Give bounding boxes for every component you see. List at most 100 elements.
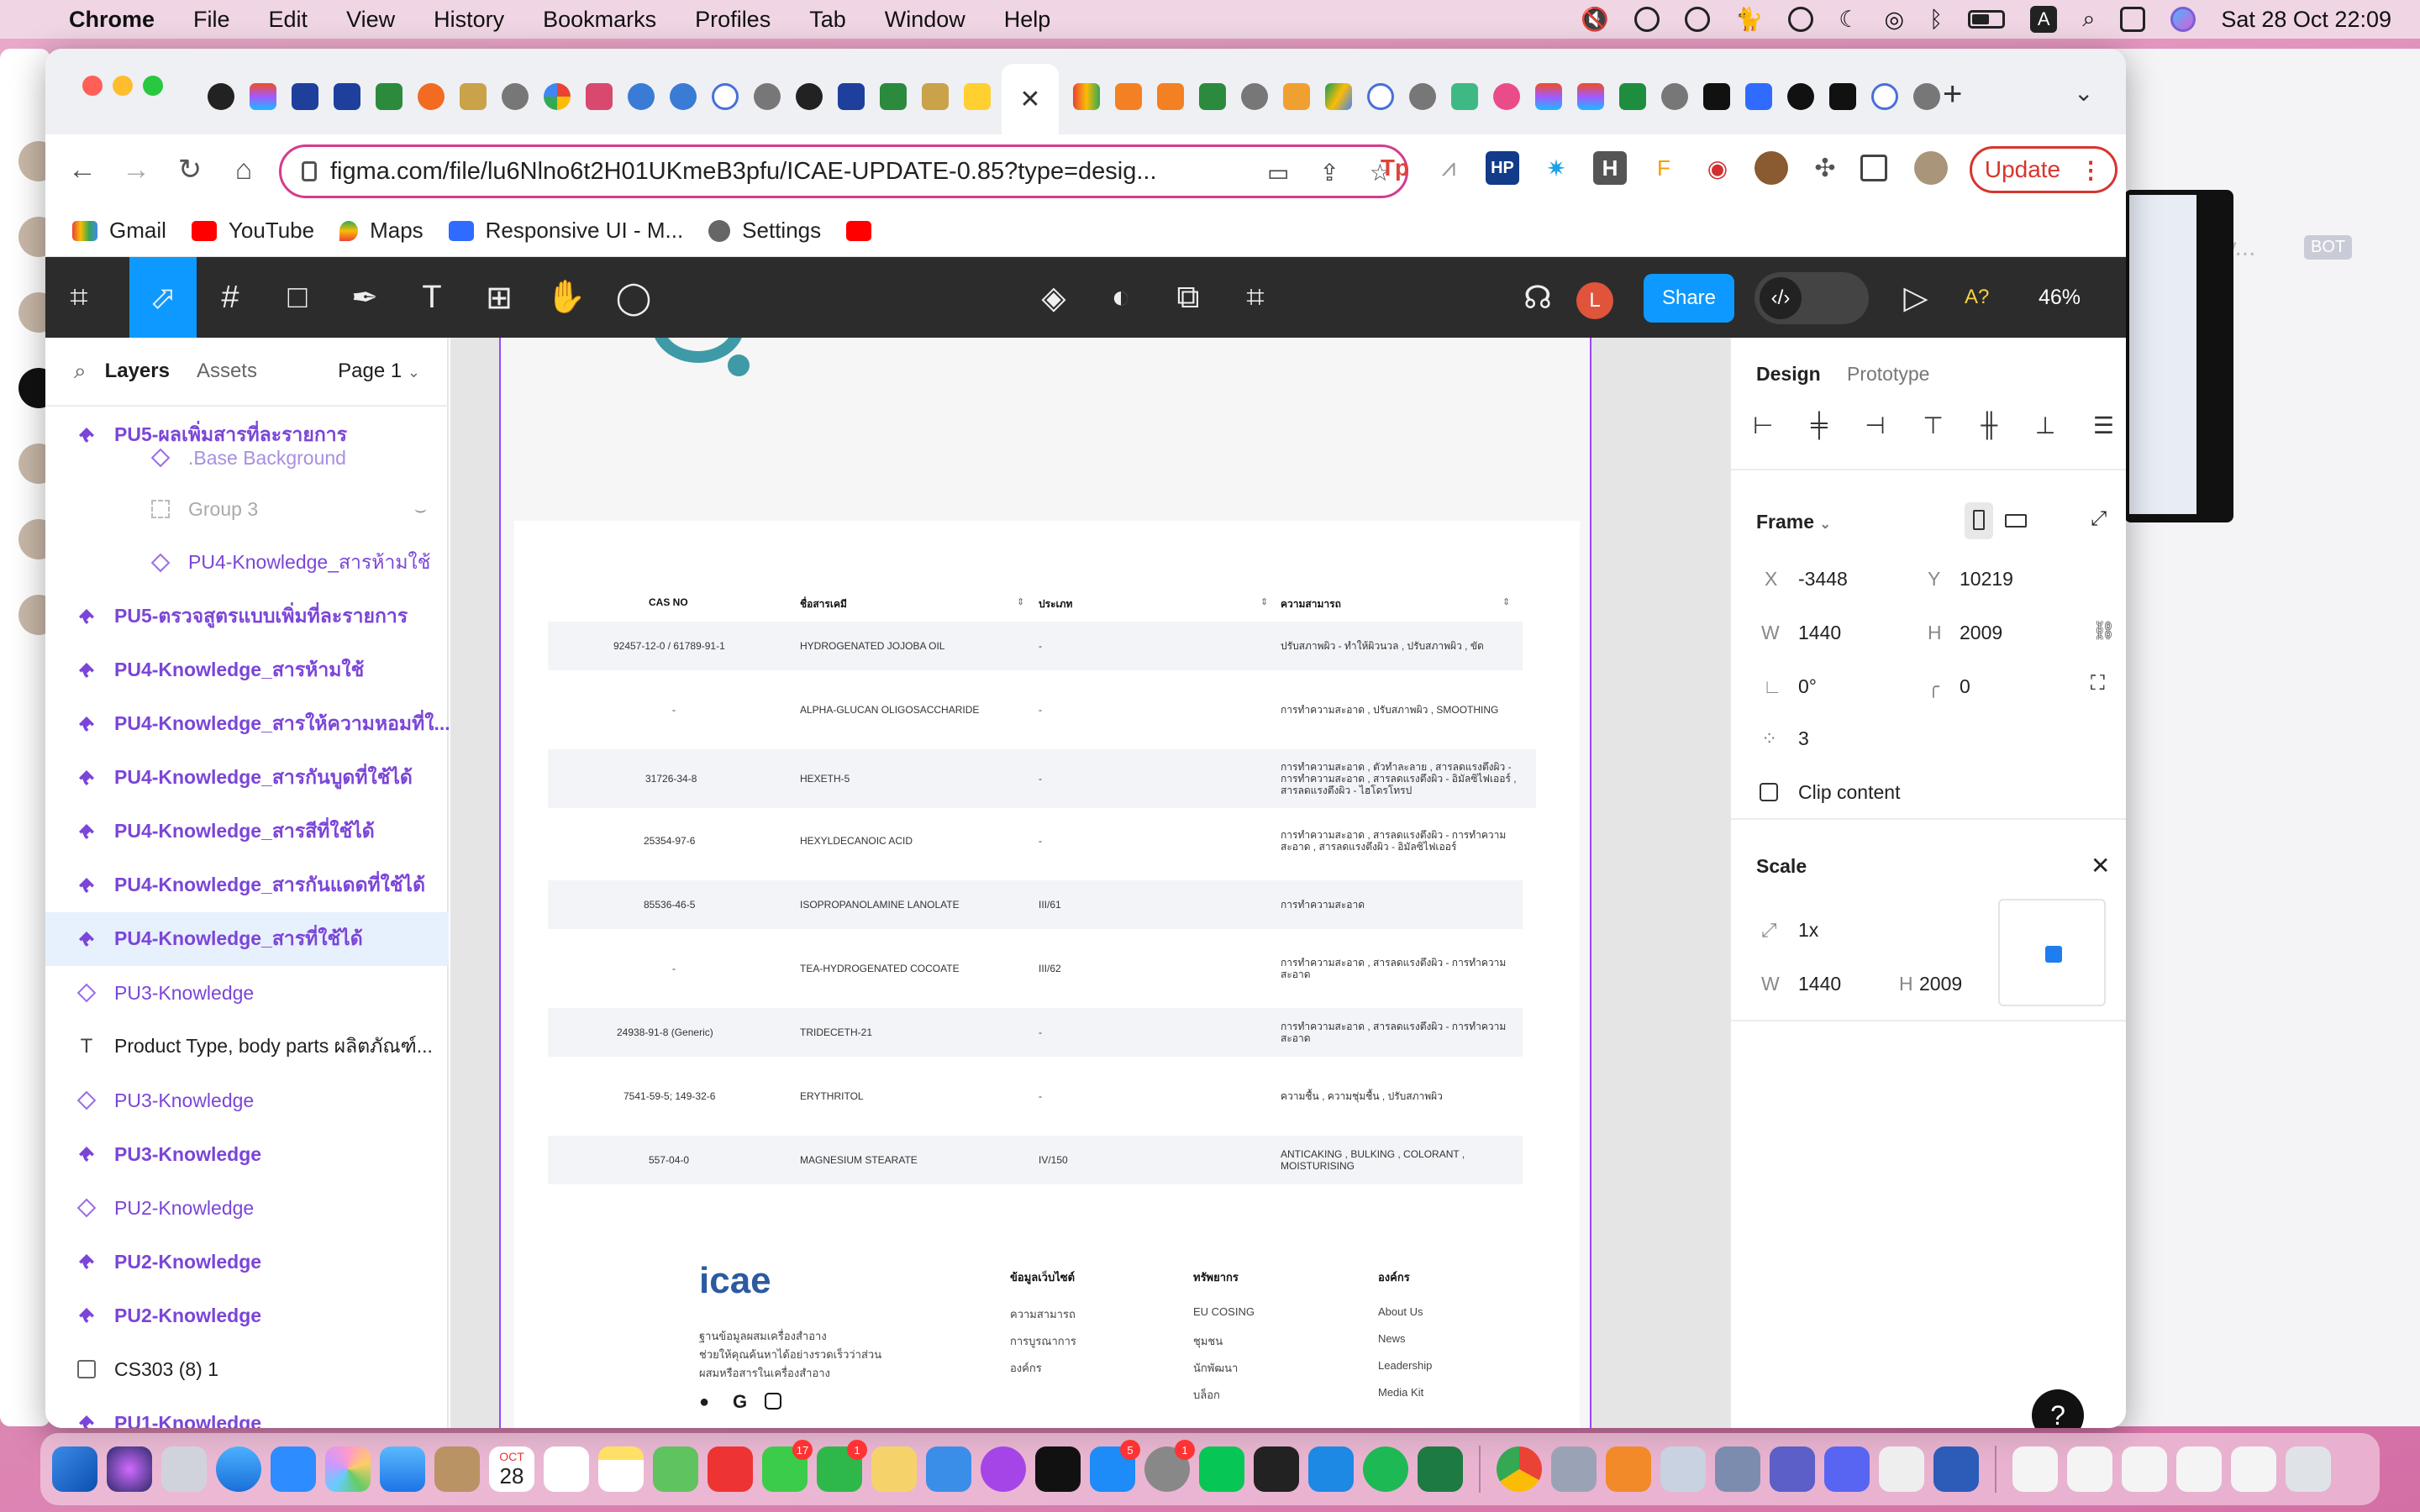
bookmark-maps[interactable]: Maps — [339, 218, 424, 244]
menu-view[interactable]: View — [346, 7, 395, 33]
layer-row[interactable]: PU4-Knowledge_สารห้ามใช้ — [45, 643, 449, 697]
missing-fonts-indicator[interactable]: A? — [1965, 257, 1989, 338]
comment-tool-icon[interactable]: ◯ — [600, 257, 667, 338]
network-icon[interactable] — [1660, 1446, 1706, 1492]
tab-figma[interactable] — [244, 77, 282, 116]
cat-icon[interactable]: 🐈 — [1735, 6, 1764, 33]
scale-origin-selected[interactable] — [2045, 946, 2062, 963]
independent-corners-icon[interactable]: ⛶ — [2091, 672, 2105, 696]
y-input[interactable]: 10219 — [1960, 568, 2013, 591]
layer-row[interactable]: PU2-Knowledge — [45, 1181, 449, 1235]
height-input[interactable]: 2009 — [1960, 622, 2002, 644]
tab-figma[interactable] — [1529, 77, 1568, 116]
update-button[interactable]: Update ⋮ — [1970, 146, 2118, 193]
extension-hp[interactable]: HP — [1486, 151, 1519, 185]
menu-app-name[interactable]: Chrome — [69, 7, 155, 33]
back-arrow-icon[interactable]: ← — [55, 154, 109, 186]
lock-icon[interactable] — [302, 161, 317, 181]
footer-link[interactable]: ชุมชน — [1193, 1332, 1223, 1350]
boolean-groups-icon[interactable]: ⧉ — [1155, 257, 1222, 338]
photo-booth-icon[interactable] — [708, 1446, 753, 1492]
mail-icon[interactable] — [380, 1446, 425, 1492]
facebook-icon[interactable]: ● — [699, 1393, 709, 1412]
tab-layers[interactable]: Layers — [105, 360, 170, 383]
app-store-icon[interactable]: 5 — [1090, 1440, 1140, 1492]
bookmark-youtube-icon-only[interactable] — [846, 220, 883, 241]
resources-tool-icon[interactable]: ⊞ — [466, 257, 533, 338]
moon-icon[interactable]: ☾ — [1839, 7, 1859, 33]
tab-w3[interactable] — [874, 77, 913, 116]
tab-assets[interactable]: Assets — [197, 360, 257, 383]
excel-icon[interactable] — [1418, 1446, 1463, 1492]
tab-dribbble[interactable] — [1487, 77, 1526, 116]
footer-logo[interactable]: icae — [699, 1260, 771, 1302]
x-input[interactable]: -3448 — [1798, 568, 1848, 591]
launchpad-icon[interactable] — [161, 1446, 207, 1492]
width-input[interactable]: 1440 — [1798, 622, 1841, 644]
tab-gmail[interactable] — [1067, 77, 1106, 116]
footer-link[interactable]: EU COSING — [1193, 1305, 1255, 1318]
bookmark-settings[interactable]: Settings — [708, 218, 821, 244]
tab-globe[interactable] — [1403, 77, 1442, 116]
footer-link[interactable]: Leadership — [1378, 1359, 1432, 1372]
points-input[interactable]: 3 — [1798, 727, 1809, 750]
audio-headphones-icon[interactable]: ☊ — [1504, 257, 1571, 338]
clipboard-icon[interactable]: ▭ — [1267, 159, 1289, 186]
mute-icon[interactable]: 🔇 — [1581, 6, 1609, 33]
menu-tab[interactable]: Tab — [809, 7, 846, 33]
layer-row[interactable]: .Base Background — [45, 437, 449, 479]
sort-icon[interactable]: ⇕ — [1502, 596, 1510, 607]
layer-row[interactable]: PU2-Knowledge — [45, 1235, 449, 1289]
close-icon[interactable]: ✕ — [2091, 852, 2110, 879]
contacts-icon[interactable] — [434, 1446, 480, 1492]
recent-document-icon[interactable] — [2122, 1446, 2167, 1492]
finder-icon[interactable] — [52, 1446, 97, 1492]
freeform-icon[interactable] — [871, 1446, 917, 1492]
scale-width-input[interactable]: 1440 — [1798, 973, 1841, 995]
table-row[interactable]: 25354-97-6 HEXYLDECANOIC ACID - การทำควา… — [548, 816, 1523, 865]
footer-link[interactable]: การบูรณาการ — [1010, 1332, 1076, 1350]
footer-link[interactable]: Media Kit — [1378, 1386, 1423, 1399]
layer-row[interactable]: PU2-Knowledge — [45, 1289, 449, 1342]
page-selector[interactable]: Page 1 ⌄ — [338, 360, 420, 383]
tab-pma[interactable] — [916, 77, 955, 116]
tab-trello[interactable] — [580, 77, 618, 116]
extension-sparkle-icon[interactable]: ✷ — [1539, 151, 1573, 185]
text-tool-icon[interactable]: T — [398, 257, 466, 338]
tab-active-figma[interactable]: ✕ — [1002, 64, 1059, 134]
menu-window[interactable]: Window — [885, 7, 965, 33]
layer-row[interactable]: PU4-Knowledge_สารให้ความหอมที่ใ... — [45, 697, 449, 751]
col-header-name[interactable]: ชื่อสารเคมี — [800, 596, 847, 612]
side-panel-icon[interactable] — [1860, 155, 1887, 181]
layer-row[interactable]: T Product Type, body parts ผลิตภัณฑ์... — [45, 1020, 449, 1074]
col-header-cas[interactable]: CAS NO — [649, 596, 688, 608]
tab-eu[interactable] — [832, 77, 871, 116]
scale-height-input[interactable]: 2009 — [1919, 973, 1962, 995]
control-center-icon[interactable] — [2120, 7, 2146, 32]
selected-frame[interactable]: CAS NO ชื่อสารเคมี ⇕ ประเภท ⇕ ความสามารถ… — [499, 338, 1591, 1428]
pen-tool-icon[interactable]: ✒ — [331, 257, 398, 338]
tab-gear[interactable] — [664, 77, 702, 116]
resize-to-fit-icon[interactable]: ⤢ — [2091, 507, 2107, 531]
vscode-icon[interactable] — [1308, 1446, 1354, 1492]
close-window-button[interactable] — [82, 76, 103, 96]
tab-github[interactable] — [202, 77, 240, 116]
apple-tv-icon[interactable] — [1035, 1446, 1081, 1492]
chrome-icon[interactable] — [1497, 1446, 1542, 1492]
table-row[interactable]: 24938-91-8 (Generic) TRIDECETH-21 - การท… — [548, 1008, 1523, 1057]
share-page-icon[interactable]: ⇪ — [1319, 159, 1339, 186]
clock-datetime[interactable]: Sat 28 Oct 22:09 — [2221, 7, 2391, 33]
tab-globe[interactable] — [1907, 77, 1946, 116]
tab-globe[interactable] — [1655, 77, 1694, 116]
table-row[interactable]: - TEA-HYDROGENATED COCOATE III/62 การทำค… — [548, 944, 1523, 993]
extension-aa-icon[interactable]: ⩘ — [1432, 151, 1465, 185]
creative-cloud-icon[interactable] — [1634, 7, 1660, 32]
system-settings-icon[interactable]: 1 — [1144, 1440, 1195, 1492]
user-avatar[interactable]: L — [1576, 282, 1613, 319]
footer-link[interactable]: News — [1378, 1332, 1406, 1345]
layer-row[interactable]: PU1-Knowledge — [45, 1396, 449, 1428]
maps-icon[interactable] — [653, 1446, 698, 1492]
scale-origin-grid[interactable] — [1998, 899, 2106, 1006]
menu-help[interactable]: Help — [1004, 7, 1051, 33]
facetime-icon[interactable]: 1 — [817, 1440, 867, 1492]
